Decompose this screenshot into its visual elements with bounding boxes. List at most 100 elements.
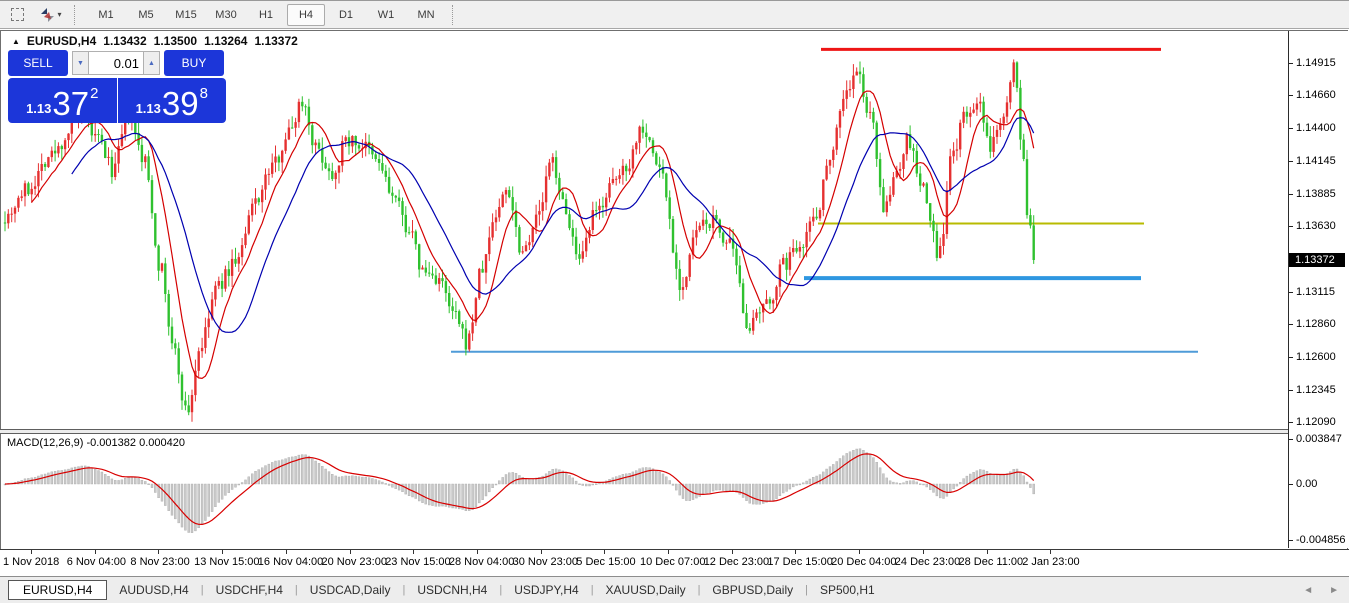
price-tick-label: 1.12600 <box>1296 351 1336 363</box>
timeframe-button-m5[interactable]: M5 <box>127 4 165 26</box>
chart-tabs: EURUSD,H4AUDUSD,H4|USDCHF,H4|USDCAD,Dail… <box>8 580 887 601</box>
close-value: 1.13372 <box>254 34 297 48</box>
tab-gbpusd-daily[interactable]: GBPUSD,Daily <box>700 580 805 600</box>
tab-eurusd-h4[interactable]: EURUSD,H4 <box>8 580 107 600</box>
price-tick-label: 1.13115 <box>1296 286 1335 298</box>
time-tick <box>31 550 32 554</box>
macd-tick <box>1289 484 1293 485</box>
sell-price-point: 2 <box>90 85 98 102</box>
time-tick-label: 1 Nov 2018 <box>3 556 59 568</box>
time-tick <box>732 550 733 554</box>
time-tick-label: 28 Nov 04:00 <box>449 556 514 568</box>
time-tick-label: 8 Nov 23:00 <box>130 556 189 568</box>
tab-scroll-controls: ◄ ► <box>1303 585 1339 596</box>
volume-increase-button[interactable]: ▲ <box>143 51 160 75</box>
dropdown-caret-icon[interactable]: ▾ <box>57 10 61 19</box>
time-tick-label: 5 Dec 15:00 <box>576 556 635 568</box>
sell-price-pips: 37 <box>52 87 89 120</box>
timeframe-button-h1[interactable]: H1 <box>247 4 285 26</box>
price-tick-label: 1.14145 <box>1296 155 1336 167</box>
buy-button[interactable]: BUY <box>164 50 224 76</box>
tile-windows-icon[interactable]: ▾ <box>34 5 68 25</box>
time-tick-label: 13 Nov 15:00 <box>194 556 259 568</box>
collapse-triangle-icon[interactable]: ▲ <box>12 37 20 46</box>
price-tick <box>1289 95 1293 96</box>
price-tick-label: 1.12090 <box>1296 416 1336 428</box>
time-tick-label: 2 Jan 23:00 <box>1022 556 1080 568</box>
time-tick <box>604 550 605 554</box>
symbol-period-label: EURUSD,H4 <box>27 34 96 48</box>
tab-usdcad-daily[interactable]: USDCAD,Daily <box>298 580 403 600</box>
price-tick <box>1289 161 1293 162</box>
price-tick <box>1289 357 1293 358</box>
tab-usdchf-h4[interactable]: USDCHF,H4 <box>204 580 295 600</box>
time-tick <box>668 550 669 554</box>
low-value: 1.13264 <box>204 34 247 48</box>
time-tick <box>1050 550 1051 554</box>
buy-price-point: 8 <box>200 85 208 102</box>
time-tick-label: 6 Nov 04:00 <box>67 556 126 568</box>
tab-audusd-h4[interactable]: AUDUSD,H4 <box>107 580 200 600</box>
price-tick-label: 1.14915 <box>1296 57 1336 69</box>
macd-tick-label: 0.003847 <box>1296 433 1342 445</box>
toolbar-separator <box>452 5 458 25</box>
time-tick <box>477 550 478 554</box>
tab-scroll-right-icon[interactable]: ► <box>1329 585 1339 596</box>
panel-splitter[interactable] <box>0 429 1349 434</box>
time-tick <box>795 550 796 554</box>
sell-price-button[interactable]: 1.13 37 2 <box>8 78 117 123</box>
price-tick-label: 1.13630 <box>1296 220 1336 232</box>
time-tick-label: 20 Dec 04:00 <box>831 556 896 568</box>
timeframe-button-m30[interactable]: M30 <box>207 4 245 26</box>
price-tick <box>1289 63 1293 64</box>
price-tick-label: 1.13885 <box>1296 188 1336 200</box>
timeframe-button-d1[interactable]: D1 <box>327 4 365 26</box>
price-tick <box>1289 128 1293 129</box>
time-tick <box>859 550 860 554</box>
volume-decrease-button[interactable]: ▼ <box>72 51 89 75</box>
time-tick-label: 12 Dec 23:00 <box>704 556 769 568</box>
price-tick <box>1289 422 1293 423</box>
timeframe-button-m15[interactable]: M15 <box>167 4 205 26</box>
trade-panel-controls: SELL ▼ ▲ BUY <box>8 50 226 76</box>
price-tick <box>1289 390 1293 391</box>
macd-tick-label: 0.00 <box>1296 478 1317 490</box>
timeframe-button-h4[interactable]: H4 <box>287 4 325 26</box>
sell-button[interactable]: SELL <box>8 50 68 76</box>
timeframe-button-w1[interactable]: W1 <box>367 4 405 26</box>
selection-tool-icon[interactable] <box>6 5 28 25</box>
timeframe-button-mn[interactable]: MN <box>407 4 445 26</box>
toolbar: ▾ M1M5M15M30H1H4D1W1MN <box>0 1 1349 29</box>
trade-panel-prices: 1.13 37 2 1.13 39 8 <box>8 78 226 123</box>
price-tick-label: 1.12345 <box>1296 384 1336 396</box>
toolbar-separator <box>74 5 80 25</box>
time-tick-label: 30 Nov 23:00 <box>513 556 578 568</box>
volume-input[interactable] <box>89 51 143 75</box>
time-tick <box>286 550 287 554</box>
tab-sp500-h1[interactable]: SP500,H1 <box>808 580 887 600</box>
macd-indicator-canvas[interactable] <box>1 434 1289 548</box>
chart-ohlc-header: ▲ EURUSD,H4 1.13432 1.13500 1.13264 1.13… <box>12 34 298 48</box>
price-tick-label: 1.14400 <box>1296 122 1336 134</box>
time-tick <box>923 550 924 554</box>
chart-tab-bar: EURUSD,H4AUDUSD,H4|USDCHF,H4|USDCAD,Dail… <box>0 576 1349 603</box>
price-scale-axis[interactable]: 1.149151.146601.144001.141451.138851.136… <box>1288 31 1349 548</box>
buy-price-button[interactable]: 1.13 39 8 <box>118 78 227 123</box>
tab-xauusd-daily[interactable]: XAUUSD,Daily <box>594 580 698 600</box>
time-tick <box>158 550 159 554</box>
time-tick-label: 10 Dec 07:00 <box>640 556 705 568</box>
time-tick-label: 16 Nov 04:00 <box>258 556 323 568</box>
selection-box-glyph <box>11 8 24 21</box>
timeframe-button-m1[interactable]: M1 <box>87 4 125 26</box>
tile-windows-glyph <box>40 8 55 22</box>
time-axis[interactable]: 1 Nov 2018 6 Nov 04:00 8 Nov 23:00 13 Nov 1… <box>0 549 1349 576</box>
tab-usdcnh-h4[interactable]: USDCNH,H4 <box>405 580 499 600</box>
tab-usdjpy-h4[interactable]: USDJPY,H4 <box>502 580 590 600</box>
price-tick <box>1289 194 1293 195</box>
high-value: 1.13500 <box>154 34 197 48</box>
time-tick-label: 23 Nov 15:00 <box>385 556 450 568</box>
tab-scroll-left-icon[interactable]: ◄ <box>1303 585 1313 596</box>
time-tick <box>541 550 542 554</box>
price-tick <box>1289 226 1293 227</box>
mt4-window: ▾ M1M5M15M30H1H4D1W1MN 1.149151.146601.1… <box>0 0 1349 603</box>
